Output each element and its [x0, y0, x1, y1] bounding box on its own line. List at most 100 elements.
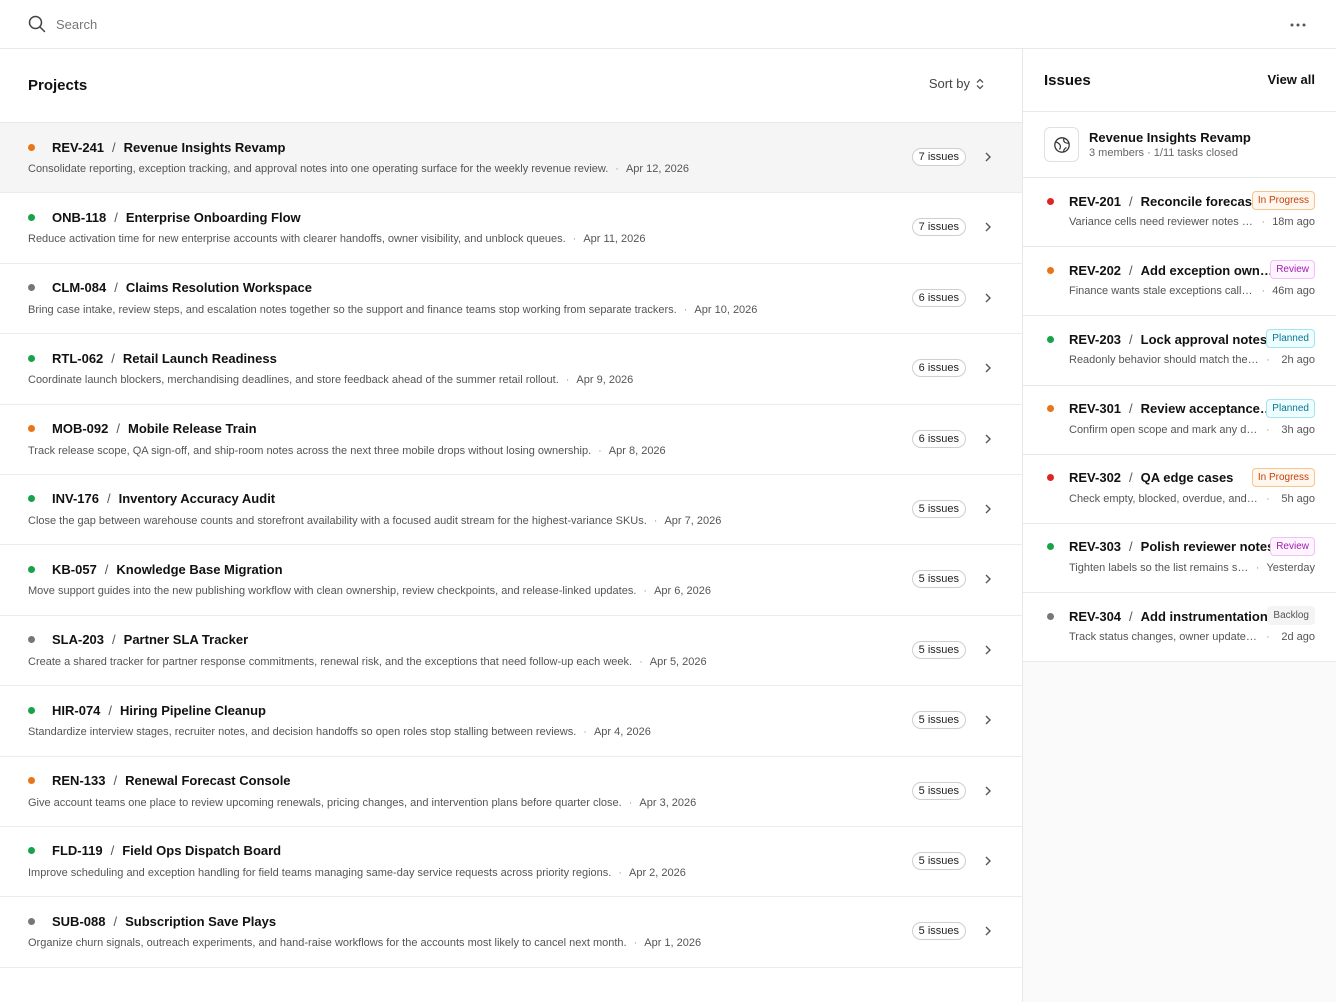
- more-options-button[interactable]: [1288, 15, 1308, 35]
- issue-title: QA edge cases: [1140, 470, 1234, 486]
- issue-time: 2h ago: [1281, 354, 1315, 367]
- issue-snippet: Check empty, blocked, overdue, and reass…: [1069, 492, 1259, 505]
- project-row[interactable]: KB-057 / Knowledge Base Migration Move s…: [0, 545, 1022, 616]
- project-row[interactable]: MOB-092 / Mobile Release Train Track rel…: [0, 405, 1022, 475]
- selected-project-card[interactable]: Revenue Insights Revamp 3 members · 1/11…: [1023, 112, 1336, 178]
- status-dot: [28, 565, 35, 573]
- project-description-line: Close the gap between warehouse counts a…: [28, 515, 994, 527]
- project-row[interactable]: FLD-119 / Field Ops Dispatch Board Impro…: [0, 827, 1022, 898]
- status-dot: [1047, 612, 1054, 620]
- globe-icon: [1044, 127, 1079, 162]
- status-dot: [1047, 474, 1054, 482]
- project-name: Inventory Accuracy Audit: [118, 491, 276, 507]
- project-id: CLM-084: [52, 280, 107, 296]
- project-name: Knowledge Base Migration: [116, 561, 283, 577]
- issue-detail-line: Track status changes, owner updates, and…: [1047, 631, 1315, 643]
- issue-count-badge: 7 issues: [911, 148, 966, 166]
- issue-row[interactable]: REV-303 / Polish reviewer notes Review T…: [1023, 523, 1336, 594]
- status-badge: In Progress: [1251, 191, 1315, 210]
- separator-slash: /: [112, 139, 116, 155]
- project-id: REV-241: [52, 139, 105, 155]
- project-date: Apr 10, 2026: [694, 303, 758, 316]
- status-badge: Review: [1270, 536, 1315, 556]
- status-dot: [28, 706, 35, 714]
- issue-detail-line: Readonly behavior should match the audit…: [1047, 354, 1315, 366]
- project-row[interactable]: REV-241 / Revenue Insights Revamp Consol…: [0, 123, 1022, 194]
- dot-separator: ·: [1266, 492, 1270, 505]
- separator-slash: /: [1129, 262, 1133, 278]
- status-dot: [28, 354, 35, 362]
- status-badge: Planned: [1266, 398, 1315, 418]
- project-row[interactable]: RTL-062 / Retail Launch Readiness Coordi…: [0, 334, 1022, 405]
- project-row[interactable]: SLA-203 / Partner SLA Tracker Create a s…: [0, 616, 1022, 687]
- project-id: INV-176: [52, 491, 99, 507]
- project-row[interactable]: ONB-118 / Enterprise Onboarding Flow Red…: [0, 193, 1022, 264]
- status-dot: [28, 425, 35, 433]
- dot-separator: ·: [1266, 631, 1270, 644]
- project-description: Standardize interview stages, recruiter …: [28, 726, 577, 739]
- separator-slash: /: [106, 491, 111, 507]
- status-dot: [28, 284, 35, 292]
- project-title-line: CLM-084 / Claims Resolution Workspace: [28, 278, 994, 298]
- project-name: Retail Launch Readiness: [122, 350, 277, 366]
- issue-count-badge: 5 issues: [911, 570, 966, 589]
- issue-title: Add exception owner column: [1140, 262, 1276, 278]
- project-list: REV-241 / Revenue Insights Revamp Consol…: [0, 123, 1022, 968]
- issue-count-badge: 6 issues: [911, 288, 966, 307]
- project-name: Partner SLA Tracker: [123, 632, 249, 648]
- issues-header: Issues View all: [1023, 49, 1336, 112]
- project-row[interactable]: CLM-084 / Claims Resolution Workspace Br…: [0, 264, 1022, 335]
- separator-slash: /: [114, 280, 118, 296]
- issue-time: 46m ago: [1272, 285, 1315, 298]
- issue-row[interactable]: REV-301 / Review acceptance criteria Pla…: [1023, 385, 1336, 455]
- project-description: Give account teams one place to review u…: [28, 796, 622, 809]
- project-title-line: FLD-119 / Field Ops Dispatch Board: [28, 841, 994, 861]
- chevron-right-icon: [985, 504, 991, 514]
- sort-button[interactable]: Sort by: [929, 76, 984, 91]
- selected-project-meta: 3 members · 1/11 tasks closed: [1089, 147, 1238, 159]
- project-id: MOB-092: [52, 421, 109, 437]
- dot-separator: ·: [639, 655, 643, 668]
- issue-title: Polish reviewer notes: [1140, 539, 1275, 555]
- project-id: SUB-088: [52, 913, 106, 929]
- separator-slash: /: [111, 350, 115, 366]
- issue-row[interactable]: REV-304 / Add instrumentation Backlog Tr…: [1023, 593, 1336, 663]
- issue-row[interactable]: REV-302 / QA edge cases In Progress Chec…: [1023, 454, 1336, 524]
- view-all-link[interactable]: View all: [1268, 72, 1315, 87]
- status-dot: [1047, 335, 1054, 343]
- issue-snippet: Readonly behavior should match the audit…: [1069, 354, 1259, 367]
- sort-label: Sort by: [928, 76, 970, 91]
- issue-count-badge: 5 issues: [911, 640, 966, 659]
- project-title-line: SUB-088 / Subscription Save Plays: [28, 911, 994, 931]
- project-date: Apr 11, 2026: [583, 233, 646, 246]
- project-id: RTL-062: [52, 350, 104, 366]
- projects-title: Projects: [28, 77, 88, 94]
- issue-id: REV-201: [1069, 193, 1122, 209]
- project-description-line: Improve scheduling and exception handlin…: [28, 867, 994, 879]
- dot-separator: ·: [1255, 561, 1260, 574]
- project-row[interactable]: SUB-088 / Subscription Save Plays Organi…: [0, 897, 1022, 968]
- chevron-right-icon: [985, 926, 991, 936]
- search-input[interactable]: [56, 16, 456, 32]
- issue-row[interactable]: REV-202 / Add exception owner column Rev…: [1023, 247, 1336, 317]
- chevron-right-icon: [985, 293, 991, 303]
- project-date: Apr 1, 2026: [644, 937, 702, 950]
- separator-slash: /: [1129, 401, 1133, 417]
- issue-row[interactable]: REV-203 / Lock approval notes Planned Re…: [1023, 316, 1336, 386]
- project-id: FLD-119: [52, 843, 103, 859]
- chevron-right-icon: [985, 645, 991, 655]
- project-date: Apr 9, 2026: [576, 374, 634, 387]
- project-row[interactable]: INV-176 / Inventory Accuracy Audit Close…: [0, 475, 1022, 546]
- issue-snippet: Confirm open scope and mark any deferred…: [1069, 423, 1259, 436]
- dot-separator: ·: [572, 233, 577, 246]
- project-row[interactable]: REN-133 / Renewal Forecast Console Give …: [0, 757, 1022, 827]
- status-dot: [28, 636, 35, 644]
- project-description: Coordinate launch blockers, merchandisin…: [28, 374, 559, 387]
- issue-count-badge: 6 issues: [911, 359, 966, 378]
- top-bar: [0, 0, 1336, 49]
- issue-row[interactable]: REV-201 / Reconcile forecast variance In…: [1023, 178, 1336, 248]
- project-row[interactable]: HIR-074 / Hiring Pipeline Cleanup Standa…: [0, 686, 1022, 757]
- issues-title: Issues: [1044, 71, 1091, 89]
- projects-header: Projects Sort by: [0, 49, 1022, 123]
- status-dot: [1047, 405, 1054, 413]
